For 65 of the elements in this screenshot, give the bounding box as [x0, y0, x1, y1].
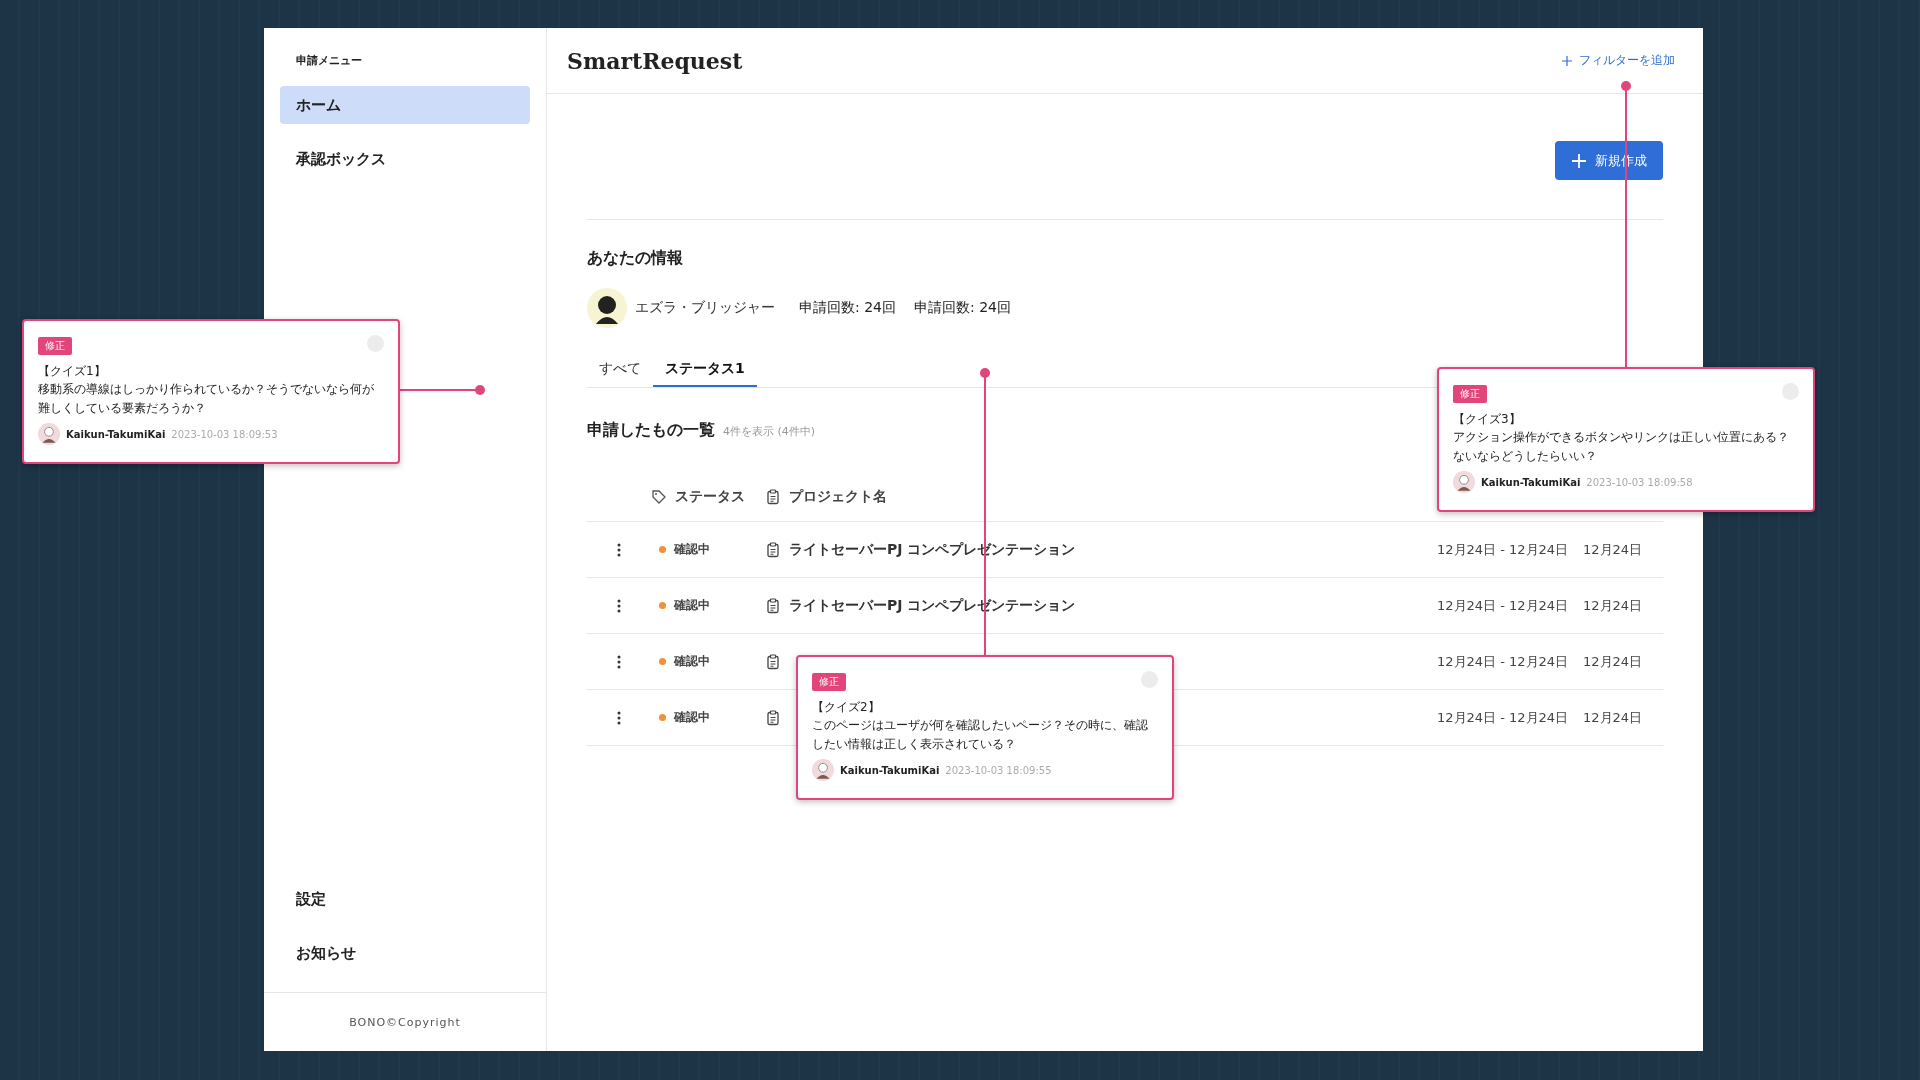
date-text: 12月24日: [1583, 708, 1644, 727]
menu-heading: 申請メニュー: [295, 53, 363, 69]
user-name: エズラ・ブリッジャー: [635, 299, 775, 317]
more-menu-icon[interactable]: [617, 598, 621, 613]
more-menu-icon[interactable]: [617, 542, 621, 557]
avatar-icon: [587, 288, 627, 328]
request-count: 申請回数: 24回: [914, 299, 1011, 317]
plus-icon: [1571, 152, 1587, 169]
comment-title: 【クイズ2】: [812, 699, 881, 716]
avatar-icon: [1453, 471, 1475, 494]
clipboard-icon: [765, 541, 781, 558]
tab[interactable]: すべて: [587, 354, 653, 387]
column-header: ステータス: [675, 488, 745, 506]
status-text: 確認中: [674, 709, 710, 726]
period-text: 12月24日 - 12月24日: [1437, 540, 1570, 559]
column-header: プロジェクト名: [789, 488, 887, 506]
status-dot: [659, 546, 666, 553]
period-text: 12月24日 - 12月24日: [1437, 596, 1570, 615]
clipboard-icon: [765, 489, 781, 505]
comment-title: 【クイズ3】: [1453, 411, 1522, 428]
request-count: 申請回数: 24回: [799, 299, 896, 317]
comment-text: アクション操作ができるボタンやリンクは正しい位置にある？ないならどうしたらいい？: [1453, 429, 1790, 465]
plus-icon: [1561, 54, 1573, 67]
comment-text: このページはユーザが何を確認したいページ？その時に、確認したい情報は正しく表示されている？: [812, 717, 1149, 753]
author-name: Kaikun-TakumiKai: [66, 428, 166, 440]
sidebar-item[interactable]: 承認ボックス: [280, 140, 530, 178]
timestamp: 2023-10-03 18:09:58: [1586, 476, 1693, 488]
more-menu-icon[interactable]: [617, 654, 621, 669]
date-text: 12月24日: [1583, 540, 1644, 559]
date-text: 12月24日: [1583, 596, 1644, 615]
sidebar-item[interactable]: お知らせ: [264, 926, 546, 980]
period-text: 12月24日 - 12月24日: [1437, 652, 1570, 671]
clipboard-icon: [765, 597, 781, 614]
clipboard-icon: [765, 709, 781, 726]
timestamp: 2023-10-03 18:09:55: [945, 764, 1052, 776]
tag-label: 修正: [812, 673, 846, 691]
clipboard-icon: [765, 653, 781, 670]
author-name: Kaikun-TakumiKai: [840, 764, 940, 776]
sidebar-item[interactable]: 設定: [264, 872, 546, 926]
tag-icon: [651, 489, 667, 505]
tag-label: 修正: [1453, 385, 1487, 403]
author-name: Kaikun-TakumiKai: [1481, 476, 1581, 488]
item-count: 4件を表示 (4件中): [723, 424, 816, 439]
status-dot: [659, 658, 666, 665]
tag-label: 修正: [38, 337, 72, 355]
status-text: 確認中: [674, 653, 710, 670]
status-text: 確認中: [674, 597, 710, 614]
comment-title: 【クイズ1】: [38, 363, 107, 380]
avatar-icon: [812, 759, 834, 782]
avatar-icon: [38, 423, 60, 446]
status-text: 確認中: [674, 541, 710, 558]
app-title: SmartRequest: [567, 47, 743, 74]
date-text: 12月24日: [1583, 652, 1644, 671]
add-filter-link[interactable]: フィルターを追加: [1561, 52, 1675, 69]
timestamp: 2023-10-03 18:09:53: [171, 428, 278, 440]
status-dot: [659, 714, 666, 721]
list-title: 申請したもの一覧: [587, 420, 715, 441]
comment-text: 移動系の導線はしっかり作られているか？そうでないなら何が難しくしている要素だろうか？: [38, 381, 375, 417]
copyright-text: BONO©Copyright: [349, 1015, 461, 1029]
tab[interactable]: ステータス1: [653, 354, 757, 387]
period-text: 12月24日 - 12月24日: [1437, 708, 1570, 727]
status-dot: [659, 602, 666, 609]
section-heading: あなたの情報: [587, 248, 684, 269]
more-menu-icon[interactable]: [617, 710, 621, 725]
sidebar-item[interactable]: ホーム: [280, 86, 530, 124]
